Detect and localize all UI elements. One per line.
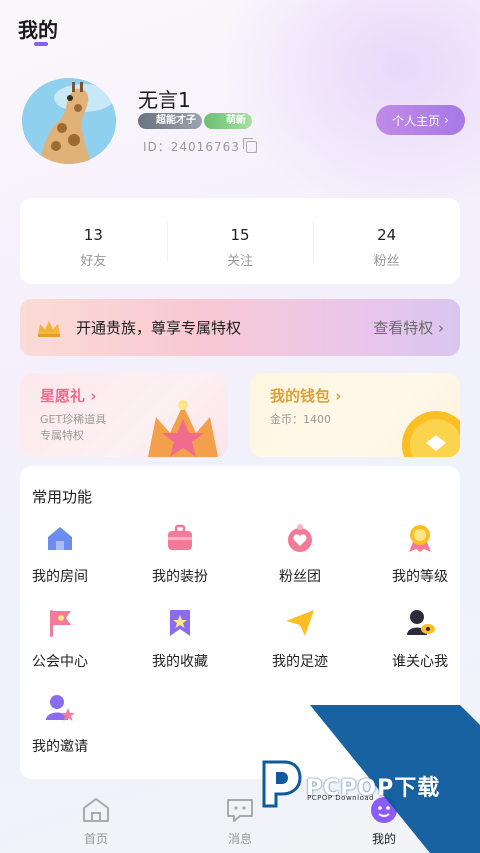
title-underline [34,42,48,46]
bookmark-star-icon [170,610,190,636]
chevron-right-icon: › [335,387,342,405]
homepage-button[interactable]: 个人主页 › [376,105,465,135]
chat-icon [227,799,253,822]
newbie-badge: 萌新 [204,113,252,129]
view-privileges-label: 查看特权 [373,319,434,337]
vip-banner[interactable]: 开通贵族，尊享专属特权 查看特权 › [20,299,460,356]
badge-label: 萌新 [226,115,246,126]
house-icon [48,527,72,550]
func-label: 我的等级 [392,569,448,585]
chevron-right-icon: › [438,319,444,337]
medal-icon [409,525,431,552]
person-eye-icon [407,610,435,635]
func-label: 我的收藏 [152,654,208,670]
stat-label: 关注 [227,254,254,269]
my-room-item[interactable]: 我的房间 [12,522,108,586]
section-title: 常用功能 [32,488,93,506]
tab-label: 首页 [83,832,108,846]
heart-badge-icon [288,524,312,552]
home-icon [83,798,109,822]
who-cares-item[interactable]: 谁关心我 [372,607,468,671]
fan-group-item[interactable]: 粉丝团 [252,522,348,586]
avatar[interactable] [22,78,116,164]
func-label: 粉丝团 [279,569,321,585]
stats-card: 13 好友 15 关注 24 粉丝 [20,198,460,284]
stat-friends[interactable]: 13 好友 [20,198,167,284]
nickname: 无言1 [138,88,191,112]
wish-gift-card[interactable]: 星愿礼 › GET珍稀道具 专属特权 [20,373,228,457]
my-favorites-item[interactable]: 我的收藏 [132,607,228,671]
view-privileges-link[interactable]: 查看特权 › [373,317,444,338]
wallet-title-text: 我的钱包 [270,387,331,405]
my-footprint-item[interactable]: 我的足迹 [252,607,348,671]
tab-label: 消息 [227,832,252,846]
wallet-title: 我的钱包 › [270,385,440,406]
giraffe-avatar-image [22,78,116,164]
func-label: 我的足迹 [272,654,328,670]
my-level-item[interactable]: 我的等级 [372,522,468,586]
vip-banner-text: 开通贵族，尊享专属特权 [76,319,242,337]
stat-value: 15 [230,226,250,244]
talent-badge: 超能才子 [138,113,202,129]
watermark-subtext: PCPOP Download [307,794,375,802]
page-title: 我的 [18,18,58,42]
wish-gift-title-text: 星愿礼 [40,387,86,405]
paper-plane-icon [286,610,314,636]
coin-icon [402,411,460,457]
func-label: 我的房间 [32,569,88,585]
stat-fans[interactable]: 24 粉丝 [313,198,460,284]
flag-icon [50,610,71,637]
my-invites-item[interactable]: 我的邀请 [12,692,108,756]
dress-box-icon [168,524,192,550]
func-label: 谁关心我 [392,654,448,670]
badge-label: 超能才子 [156,115,196,126]
tab-home[interactable]: 首页 [66,796,126,847]
stat-following[interactable]: 15 关注 [166,198,314,284]
guild-center-item[interactable]: 公会中心 [12,607,108,671]
crown-icon [38,320,60,337]
stat-label: 粉丝 [373,254,400,269]
func-label: 公会中心 [32,654,88,670]
pcpop-logo-icon [262,760,302,808]
stat-label: 好友 [80,254,107,269]
chevron-right-icon: › [444,113,449,127]
chevron-right-icon: › [90,387,97,405]
wallet-card[interactable]: 我的钱包 › 金币：1400 [250,373,460,457]
user-id: ID：24016763 [143,140,240,154]
func-label: 我的装扮 [152,569,208,585]
star-crown-icon [148,400,218,457]
my-dress-item[interactable]: 我的装扮 [132,522,228,586]
copy-icon[interactable] [242,137,257,153]
homepage-button-label: 个人主页 [392,113,441,128]
user-id-row: ID：24016763 [143,137,257,155]
person-star-icon [46,695,75,721]
func-label: 我的邀请 [32,739,88,755]
stat-value: 24 [377,226,397,244]
stat-value: 13 [83,226,103,244]
